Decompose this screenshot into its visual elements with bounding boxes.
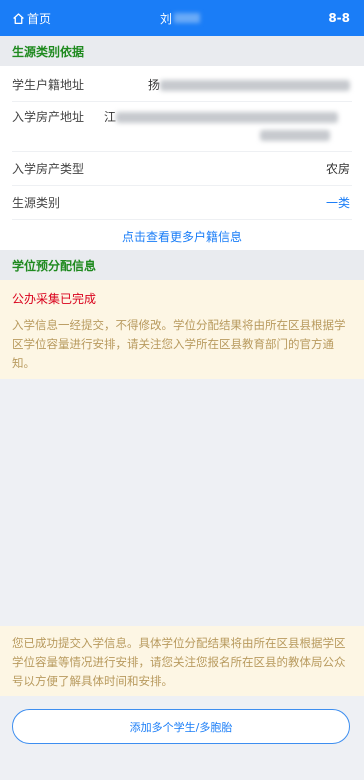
row-value: 一类 xyxy=(325,196,350,210)
home-label: 首页 xyxy=(27,11,52,26)
submission-notice: 您已成功提交入学信息。具体学位分配结果将由所在区县根据学区学位容量等情况进行安排… xyxy=(0,626,364,696)
submission-message: 您已成功提交入学信息。具体学位分配结果将由所在区县根据学区学位容量等情况进行安排… xyxy=(12,636,346,688)
row-value: 扬 xyxy=(148,76,350,93)
row-property-address: 入学房产地址 江 xyxy=(12,108,352,152)
add-student-button[interactable]: 添加多个学生/多胞胎 xyxy=(12,709,350,744)
row-household-address: 学生户籍地址 扬 xyxy=(12,76,352,102)
row-label: 学生户籍地址 xyxy=(12,78,85,92)
allocation-section-title: 学位预分配信息 xyxy=(0,250,364,280)
page-title: 刘 xyxy=(160,0,201,36)
home-icon xyxy=(13,12,24,24)
blurred-name xyxy=(174,13,201,23)
row-label: 入学房产地址 xyxy=(12,110,85,124)
allocation-notice: 公办采集已完成 入学信息一经提交，不得修改。学位分配结果将由所在区县根据学区学位… xyxy=(0,280,364,379)
version-label: 8-8 xyxy=(328,11,350,25)
source-info-panel: 学生户籍地址 扬 入学房产地址 江 入学房产类型 农房 生源类别 一类 点击查看… xyxy=(0,66,364,250)
source-section-title: 生源类别依据 xyxy=(0,36,364,66)
row-property-type: 入学房产类型 农房 xyxy=(12,160,352,186)
row-label: 生源类别 xyxy=(12,196,61,210)
top-bar: 首页 刘 8-8 xyxy=(0,0,364,36)
more-household-info-link[interactable]: 点击查看更多户籍信息 xyxy=(0,228,364,245)
student-name-initial: 刘 xyxy=(160,11,173,26)
row-value: 农房 xyxy=(325,162,350,176)
status-text: 公办采集已完成 xyxy=(12,292,97,306)
allocation-message: 入学信息一经提交，不得修改。学位分配结果将由所在区县根据学区学位容量进行安排，请… xyxy=(12,318,346,370)
blurred-address xyxy=(116,112,339,123)
blurred-address xyxy=(160,80,350,91)
row-source-category: 生源类别 一类 xyxy=(12,194,352,220)
home-button[interactable]: 首页 xyxy=(12,0,51,36)
blurred-address-line2 xyxy=(260,130,330,141)
row-value: 江 xyxy=(104,108,350,141)
row-label: 入学房产类型 xyxy=(12,162,85,176)
